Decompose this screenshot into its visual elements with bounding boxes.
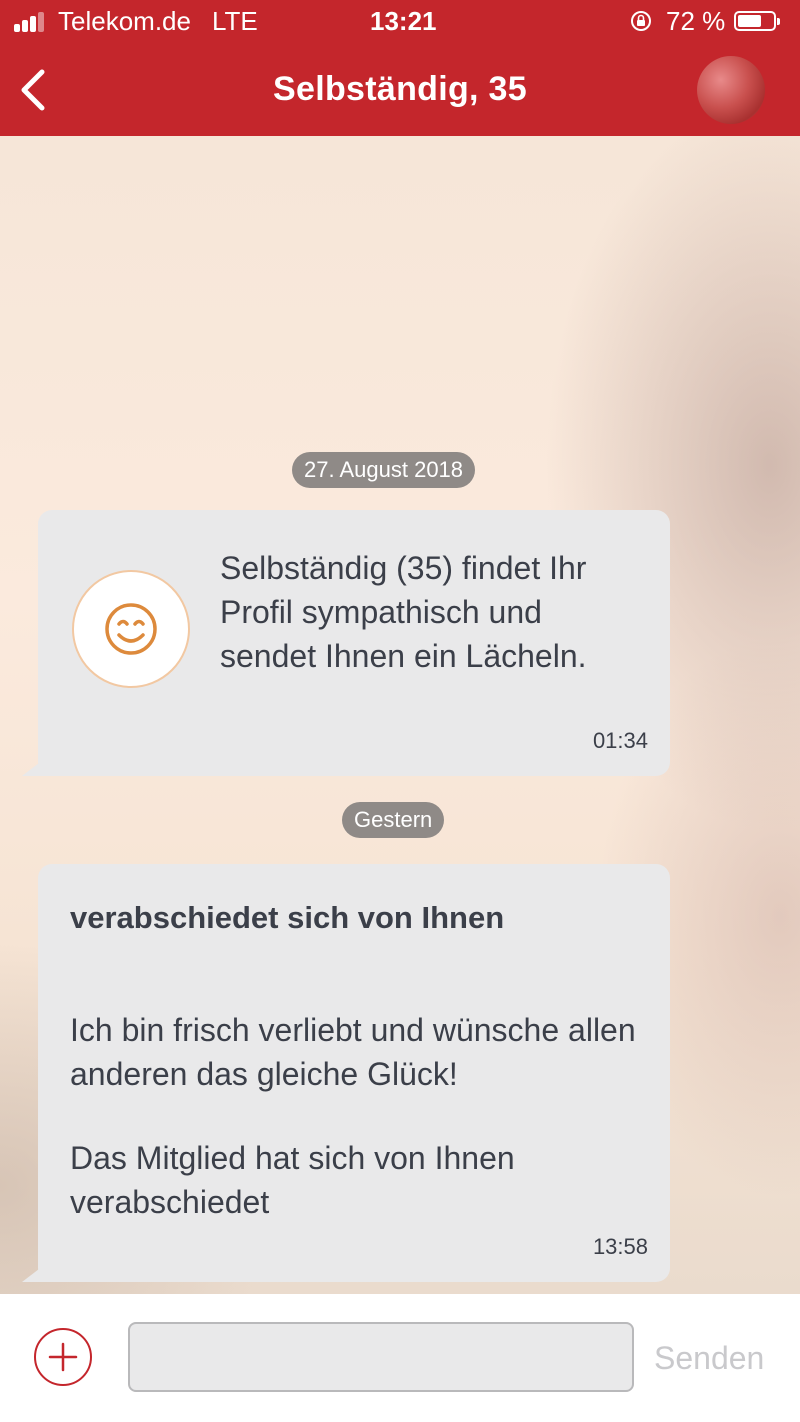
- smile-badge: [72, 570, 190, 688]
- status-bar: Telekom.de LTE 13:21 72 %: [0, 0, 800, 44]
- page-title: Selbständig, 35: [273, 70, 527, 108]
- chat-area[interactable]: 27. August 2018 Selbständig (35) findet …: [0, 136, 800, 1294]
- message-time: 13:58: [592, 1234, 648, 1259]
- message-input[interactable]: [128, 1322, 634, 1392]
- network-type: LTE: [212, 6, 258, 36]
- message-bubble: Selbständig (35) findet Ihr Profil sympa…: [22, 510, 670, 776]
- message-bubble: verabschiedet sich von Ihnen Ich bin fri…: [22, 864, 670, 1282]
- navigation-header: Selbständig, 35: [0, 44, 800, 136]
- message-time: 01:34: [592, 728, 648, 753]
- rotation-lock-icon: [631, 11, 651, 31]
- carrier-name: Telekom.de: [58, 6, 191, 36]
- battery-icon: [734, 11, 780, 31]
- signal-strength-icon: [14, 12, 50, 32]
- message-heading: verabschiedet sich von Ihnen: [70, 900, 505, 935]
- clock: 13:21: [370, 6, 437, 36]
- avatar[interactable]: [697, 56, 765, 124]
- message-composer: Senden: [0, 1294, 800, 1422]
- date-separator: Gestern: [342, 802, 445, 838]
- message-text: Das Mitglied hat sich von Ihnen verabsch…: [70, 1140, 515, 1220]
- date-separator: 27. August 2018: [292, 452, 476, 488]
- message-text: Selbständig (35) findet Ihr Profil sympa…: [220, 550, 587, 674]
- plus-icon: [48, 1342, 78, 1372]
- battery-percentage: 72 %: [666, 6, 726, 36]
- add-attachment-button[interactable]: [34, 1328, 92, 1386]
- smile-icon: [105, 603, 157, 655]
- send-button[interactable]: Senden: [654, 1340, 764, 1377]
- message-text: Ich bin frisch verliebt und wünsche alle…: [70, 1012, 636, 1092]
